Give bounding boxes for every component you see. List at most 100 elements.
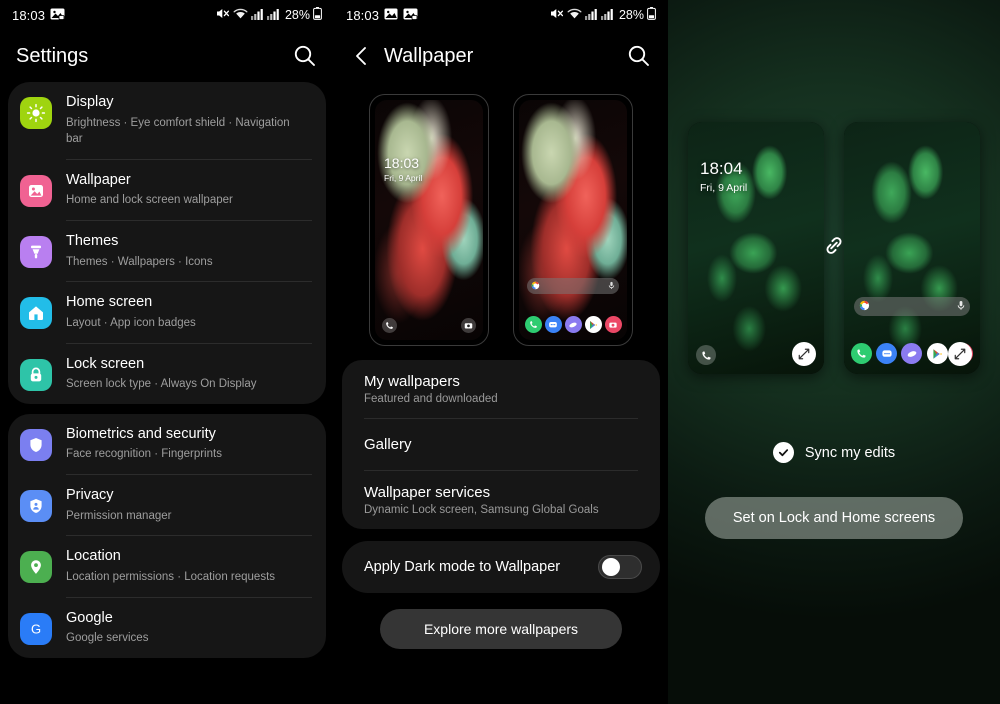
item-title: Privacy xyxy=(66,487,114,504)
sync-label: Sync my edits xyxy=(804,444,896,461)
search-icon[interactable] xyxy=(292,43,318,69)
theme-icon xyxy=(20,236,52,269)
google-icon xyxy=(531,277,540,295)
google-g-icon: G xyxy=(20,612,52,645)
google-search-bar xyxy=(527,278,619,294)
expand-icon[interactable] xyxy=(948,342,972,366)
item-title: Lock screen xyxy=(66,355,145,372)
phone-icon xyxy=(382,318,397,333)
explore-more-wallpapers-button[interactable]: Explore more wallpapers xyxy=(379,609,623,649)
sidebar-item-home-screen[interactable]: Home screen Layout · App icon badges xyxy=(8,282,326,342)
item-title: Home screen xyxy=(66,294,153,311)
phone-icon xyxy=(696,345,716,365)
checkbox-checked-icon[interactable] xyxy=(772,442,794,463)
wallpaper-thumbnail-home xyxy=(519,100,627,340)
dark-mode-toggle[interactable] xyxy=(598,555,642,579)
play-store-icon xyxy=(926,343,948,364)
microphone-icon xyxy=(608,277,615,295)
page-title: Settings xyxy=(16,44,89,67)
battery-icon xyxy=(313,7,322,23)
item-title: Wallpaper xyxy=(66,171,131,188)
brightness-icon xyxy=(20,97,52,129)
menu-subtitle: Dynamic Lock screen, Samsung Global Goal… xyxy=(364,504,599,516)
google-icon xyxy=(859,298,870,316)
apply-lock-preview[interactable]: 18:04 Fri, 9 April xyxy=(688,122,824,374)
settings-group-1: Display Brightness · Eye comfort shield … xyxy=(8,82,326,404)
sidebar-item-biometrics[interactable]: Biometrics and security Face recognition… xyxy=(8,414,326,474)
wallpaper-menu: My wallpapers Featured and downloaded Ga… xyxy=(342,360,660,529)
menu-item-wallpaper-services[interactable]: Wallpaper services Dynamic Lock screen, … xyxy=(342,471,660,529)
preview-clock: 18:04 Fri, 9 April xyxy=(700,159,748,194)
lock-icon xyxy=(20,358,52,391)
internet-icon xyxy=(564,316,582,333)
item-title: Biometrics and security xyxy=(66,425,216,442)
item-title: Location xyxy=(66,548,121,565)
settings-group-2: Biometrics and security Face recognition… xyxy=(8,413,326,658)
wifi-icon xyxy=(567,8,582,23)
item-subtitle: Layout · App icon badges xyxy=(66,316,196,329)
sidebar-item-google[interactable]: G Google Google services xyxy=(8,598,326,658)
dark-mode-row[interactable]: Apply Dark mode to Wallpaper xyxy=(342,541,660,593)
preview-date: Fri, 9 April xyxy=(384,173,423,184)
sync-my-edits-row[interactable]: Sync my edits xyxy=(668,442,1000,463)
chevron-left-icon[interactable] xyxy=(350,44,374,68)
item-subtitle: Permission manager xyxy=(66,509,172,522)
menu-title: Wallpaper services xyxy=(364,484,491,501)
wallpaper-previews: 18:03 Fri, 9 April xyxy=(334,82,668,360)
status-time: 18:03 xyxy=(346,7,380,23)
signal-icon-2 xyxy=(266,8,280,23)
preview-date: Fri, 9 April xyxy=(700,181,748,194)
item-subtitle: Home and lock screen wallpaper xyxy=(66,194,233,207)
sidebar-item-wallpaper[interactable]: Wallpaper Home and lock screen wallpaper xyxy=(8,160,326,220)
status-time: 18:03 xyxy=(12,7,46,23)
expand-icon[interactable] xyxy=(792,342,816,366)
internet-icon xyxy=(901,343,923,364)
sidebar-item-lock-screen[interactable]: Lock screen Screen lock type · Always On… xyxy=(8,344,326,404)
svg-text:G: G xyxy=(31,621,41,636)
google-search-bar xyxy=(854,297,970,316)
item-subtitle: Face recognition · Fingerprints xyxy=(66,448,222,461)
screenshot-icon xyxy=(50,8,65,23)
item-subtitle: Screen lock type · Always On Display xyxy=(66,378,257,391)
apply-home-preview[interactable] xyxy=(844,122,980,374)
messages-icon xyxy=(544,316,562,333)
sidebar-item-themes[interactable]: Themes Themes · Wallpapers · Icons xyxy=(8,221,326,281)
set-on-lock-and-home-screens-button[interactable]: Set on Lock and Home screens xyxy=(704,497,964,539)
page-title: Wallpaper xyxy=(384,44,474,67)
item-title: Display xyxy=(66,94,114,110)
item-subtitle: Themes · Wallpapers · Icons xyxy=(66,255,213,268)
lock-screen-preview[interactable]: 18:03 Fri, 9 April xyxy=(369,94,489,346)
menu-item-gallery[interactable]: Gallery xyxy=(342,419,660,470)
screenshot-root: 18:03 28% Settings Display Brightness · … xyxy=(0,0,1000,704)
home-screen-preview[interactable] xyxy=(513,94,633,346)
wifi-icon xyxy=(233,8,248,23)
menu-title: My wallpapers xyxy=(364,373,460,390)
menu-title: Gallery xyxy=(364,436,412,453)
battery-icon xyxy=(647,7,656,23)
mute-icon xyxy=(216,7,230,23)
messages-icon xyxy=(876,343,898,364)
sidebar-item-privacy[interactable]: Privacy Permission manager xyxy=(8,475,326,535)
item-title: Themes xyxy=(66,233,119,250)
screenshot-icon xyxy=(403,8,418,23)
location-pin-icon xyxy=(20,551,52,584)
apply-wallpaper-panel: 18:04 Fri, 9 April Sync my edits Set on … xyxy=(668,0,1000,704)
sidebar-item-display[interactable]: Display Brightness · Eye comfort shield … xyxy=(8,82,326,159)
phone-icon xyxy=(851,343,873,364)
item-subtitle: Brightness · Eye comfort shield · Naviga… xyxy=(66,116,290,146)
shield-icon xyxy=(20,428,52,461)
microphone-icon xyxy=(957,298,965,316)
play-store-icon xyxy=(584,316,602,333)
menu-item-my-wallpapers[interactable]: My wallpapers Featured and downloaded xyxy=(342,360,660,418)
phone-icon xyxy=(524,316,542,333)
signal-icon xyxy=(250,8,264,23)
item-subtitle: Google services xyxy=(66,632,149,645)
search-icon[interactable] xyxy=(626,43,652,69)
image-icon xyxy=(384,8,398,23)
mute-icon xyxy=(550,7,564,23)
sidebar-item-location[interactable]: Location Location permissions · Location… xyxy=(8,536,326,596)
apply-previews: 18:04 Fri, 9 April xyxy=(668,0,1000,374)
signal-icon-2 xyxy=(600,8,614,23)
link-icon xyxy=(821,233,847,264)
dark-mode-label: Apply Dark mode to Wallpaper xyxy=(364,559,561,575)
